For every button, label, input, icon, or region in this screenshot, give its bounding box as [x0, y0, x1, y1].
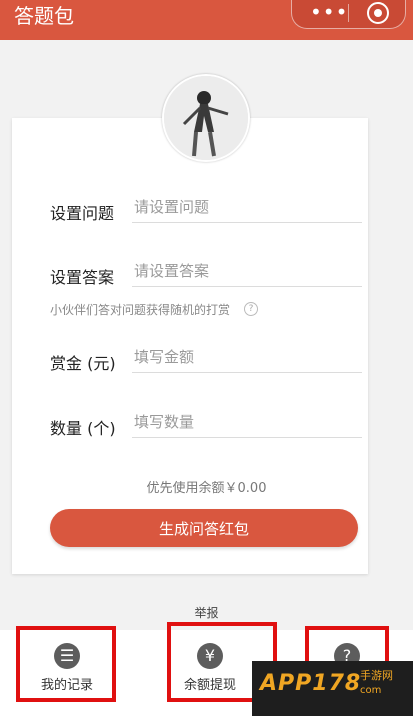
mini-program-capsule: •••	[291, 0, 406, 29]
watermark-domain: com	[360, 685, 382, 696]
reward-label: 赏金 (元)	[50, 354, 116, 373]
help-circle-icon[interactable]: ?	[244, 302, 258, 316]
avatar-image	[164, 76, 248, 160]
app-title: 答题包	[14, 4, 74, 28]
quantity-row: 数量 (个)	[50, 407, 362, 447]
top-bar: 答题包 •••	[0, 0, 413, 40]
question-label: 设置问题	[50, 204, 115, 223]
quantity-label: 数量 (个)	[50, 419, 116, 438]
avatar	[162, 74, 250, 162]
answer-label: 设置答案	[50, 268, 115, 287]
balance-note: 优先使用余额￥0.00	[146, 481, 267, 496]
watermark-main: APP178	[260, 671, 362, 696]
hint-text: 小伙伴们答对问题获得随机的打赏	[50, 303, 231, 317]
capsule-divider	[348, 4, 349, 22]
report-link[interactable]: 举报	[0, 604, 413, 621]
question-row: 设置问题	[50, 192, 362, 232]
more-dots-icon[interactable]: •••	[310, 1, 348, 23]
answer-row: 设置答案	[50, 256, 362, 296]
generate-red-packet-button[interactable]: 生成问答红包	[50, 509, 358, 547]
target-icon[interactable]	[367, 2, 389, 24]
watermark-sub: 手游网	[360, 669, 393, 682]
answer-input[interactable]	[132, 256, 362, 287]
quantity-input[interactable]	[132, 407, 362, 438]
reward-row: 赏金 (元)	[50, 342, 362, 382]
reward-input[interactable]	[132, 342, 362, 373]
highlight-box-records	[16, 626, 116, 702]
watermark-logo: APP178 手游网 com	[252, 661, 413, 716]
question-input[interactable]	[132, 192, 362, 223]
